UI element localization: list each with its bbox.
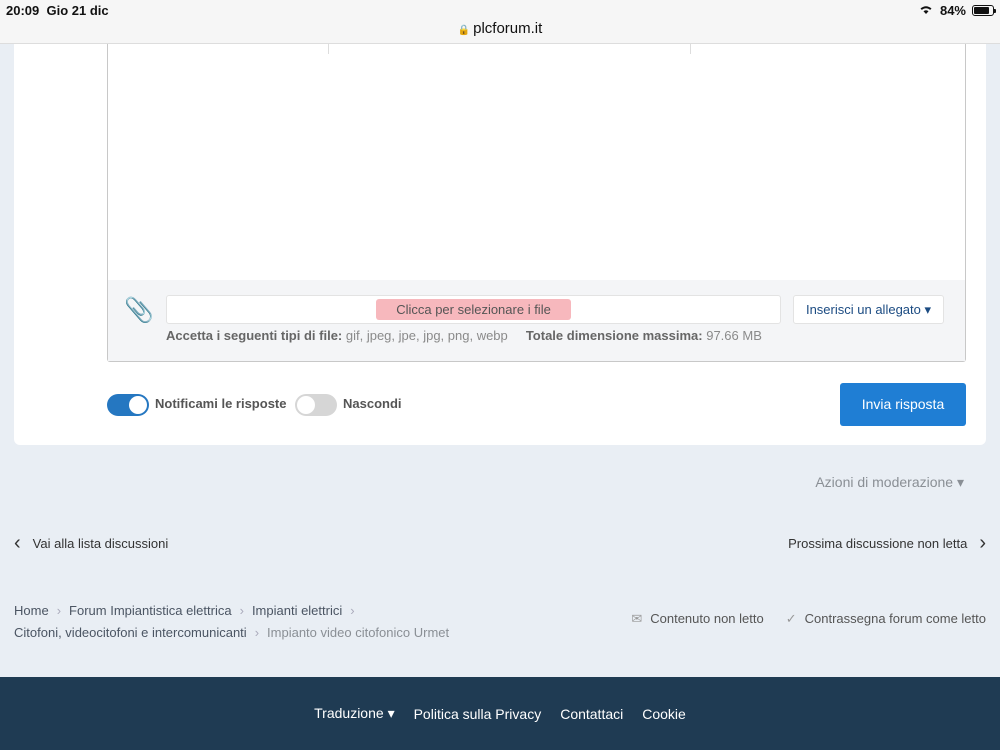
check-icon: ✓: [785, 611, 797, 626]
status-right: 84%: [918, 3, 996, 18]
prev-link[interactable]: ‹ Vai alla lista discussioni: [14, 532, 168, 554]
paperclip-icon: 📎: [124, 297, 154, 324]
status-bar: 20:09 Gio 21 dic 🔒 plcforum.it 84%: [0, 0, 1000, 44]
reply-editor[interactable]: 📎 Clicca per selezionare i file Inserisc…: [107, 44, 966, 362]
breadcrumb: Home › Forum Impiantistica elettrica › Impia…: [14, 600, 574, 644]
side-links: ✉ Contenuto non letto ✓ Contrassegna forum…: [631, 611, 986, 627]
caret-down-icon: ▾: [924, 302, 932, 317]
footer-translation[interactable]: Traduzione ▾: [314, 705, 394, 722]
chevron-right-icon: ›: [350, 603, 355, 618]
breadcrumb-citofoni[interactable]: Citofoni, videocitofoni e intercomunican…: [14, 625, 247, 640]
caret-down-icon: ▾: [387, 705, 395, 721]
next-link[interactable]: Prossima discussione non letta ›: [788, 532, 986, 554]
lock-icon: 🔒: [457, 25, 471, 36]
chevron-right-icon: ›: [56, 603, 62, 618]
chevron-left-icon: ‹: [14, 532, 21, 554]
toolbar-divider: [690, 44, 691, 54]
status-time: 20:09 Gio 21 dic: [6, 3, 109, 18]
footer-cookie[interactable]: Cookie: [642, 706, 686, 722]
chevron-right-icon: ›: [979, 532, 986, 554]
notify-label: Notificami le risposte: [155, 396, 287, 411]
breadcrumb-forum[interactable]: Forum Impiantistica elettrica: [69, 603, 232, 618]
insert-attachment-button[interactable]: Inserisci un allegato ▾: [793, 295, 944, 324]
attachment-bar: 📎 Clicca per selezionare i file Inserisc…: [108, 280, 965, 361]
footer-contact[interactable]: Contattaci: [560, 706, 623, 722]
wifi-icon: [918, 3, 934, 18]
battery-icon: [972, 5, 996, 16]
notify-toggle[interactable]: [107, 394, 149, 416]
hide-toggle[interactable]: [295, 394, 337, 416]
footer: Traduzione ▾ Politica sulla Privacy Cont…: [0, 677, 1000, 750]
hide-label: Nascondi: [343, 396, 402, 411]
envelope-icon: ✉: [631, 611, 643, 626]
moderation-actions[interactable]: Azioni di moderazione ▾: [815, 474, 964, 491]
mark-read-link[interactable]: ✓ Contrassegna forum come letto: [786, 611, 986, 627]
file-select-input[interactable]: Clicca per selezionare i file: [166, 295, 781, 324]
submit-reply-button[interactable]: Invia risposta: [840, 383, 966, 426]
breadcrumb-home[interactable]: Home: [14, 603, 49, 618]
reply-card: 📎 Clicca per selezionare i file Inserisc…: [14, 44, 986, 445]
attachment-info: Accetta i seguenti tipi di file: gif, jp…: [166, 328, 762, 343]
footer-privacy[interactable]: Politica sulla Privacy: [414, 706, 542, 722]
toolbar-divider: [328, 44, 329, 54]
chevron-right-icon: ›: [254, 625, 260, 640]
unread-content-link[interactable]: ✉ Contenuto non letto: [631, 611, 763, 627]
caret-down-icon: ▾: [956, 474, 964, 490]
breadcrumb-impianti[interactable]: Impianti elettrici: [252, 603, 342, 618]
chevron-right-icon: ›: [239, 603, 244, 618]
battery-percent: 84%: [939, 3, 966, 18]
url-bar[interactable]: 🔒 plcforum.it: [0, 20, 1000, 37]
breadcrumb-current: Impianto video citofonico Urmet: [267, 625, 450, 640]
